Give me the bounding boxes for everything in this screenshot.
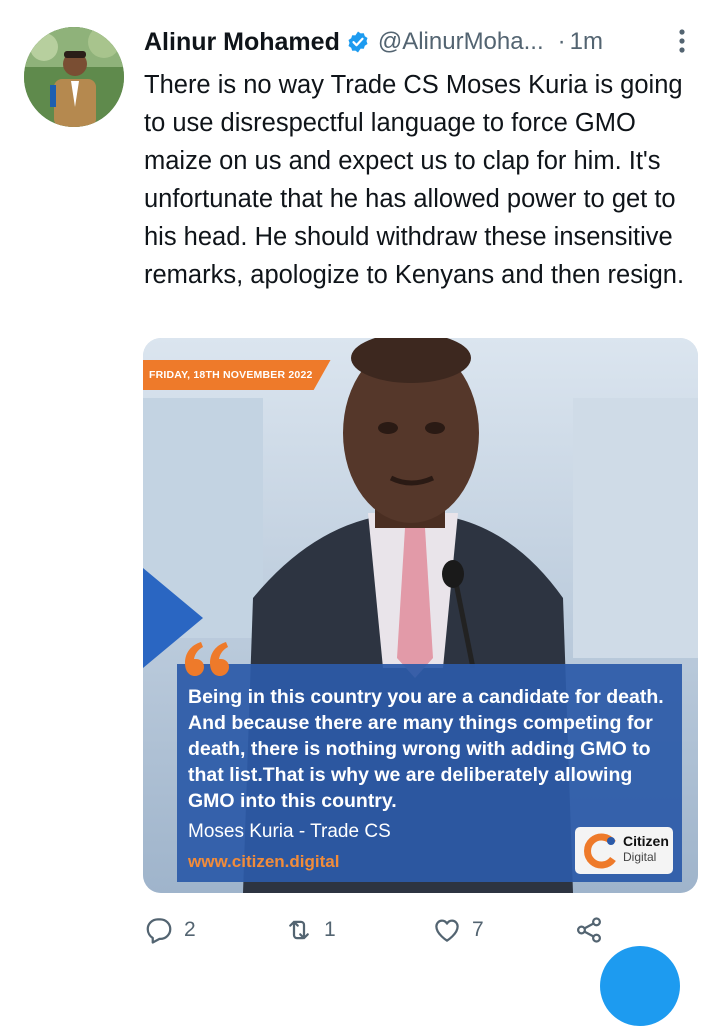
- date-tag: FRIDAY, 18TH NOVEMBER 2022: [143, 360, 331, 390]
- quote-mark-icon: [185, 642, 229, 676]
- verified-badge-icon: [348, 31, 368, 53]
- logo-text-line2: Digital: [623, 850, 657, 864]
- retweet-button[interactable]: 1: [284, 910, 336, 950]
- share-button[interactable]: [574, 910, 604, 950]
- tweet-header: Alinur Mohamed @AlinurMoha... · 1m: [144, 24, 692, 60]
- reply-button[interactable]: 2: [144, 910, 196, 950]
- tweet-timestamp[interactable]: 1m: [570, 28, 603, 56]
- reply-count: 2: [184, 918, 196, 941]
- more-options-icon[interactable]: [678, 28, 686, 54]
- tweet-media[interactable]: FRIDAY, 18TH NOVEMBER 2022 Being in this…: [143, 338, 698, 893]
- avatar-image: [24, 27, 124, 127]
- like-count: 7: [472, 918, 484, 941]
- compose-fab-button[interactable]: [600, 946, 680, 1026]
- share-icon: [576, 917, 602, 943]
- citizen-digital-logo: Citizen Digital: [575, 827, 673, 874]
- tweet-text: There is no way Trade CS Moses Kuria is …: [144, 71, 685, 289]
- citizen-logo-icon: [584, 833, 616, 869]
- like-button[interactable]: 7: [432, 910, 484, 950]
- separator-dot: ·: [557, 28, 566, 55]
- quote-text: Being in this country you are a candidat…: [188, 686, 664, 812]
- quote-url: www.citizen.digital: [188, 852, 340, 871]
- author-handle[interactable]: @AlinurMoha...: [378, 28, 544, 56]
- retweet-icon: [289, 920, 309, 940]
- avatar[interactable]: [24, 27, 124, 127]
- retweet-count: 1: [324, 918, 336, 941]
- logo-text-line1: Citizen: [623, 833, 669, 849]
- tweet-actions: 2 1 7: [144, 910, 614, 950]
- quote-author: Moses Kuria - Trade CS: [188, 821, 391, 842]
- like-icon: [435, 919, 459, 942]
- reply-icon: [146, 918, 172, 944]
- author-name[interactable]: Alinur Mohamed: [144, 28, 340, 57]
